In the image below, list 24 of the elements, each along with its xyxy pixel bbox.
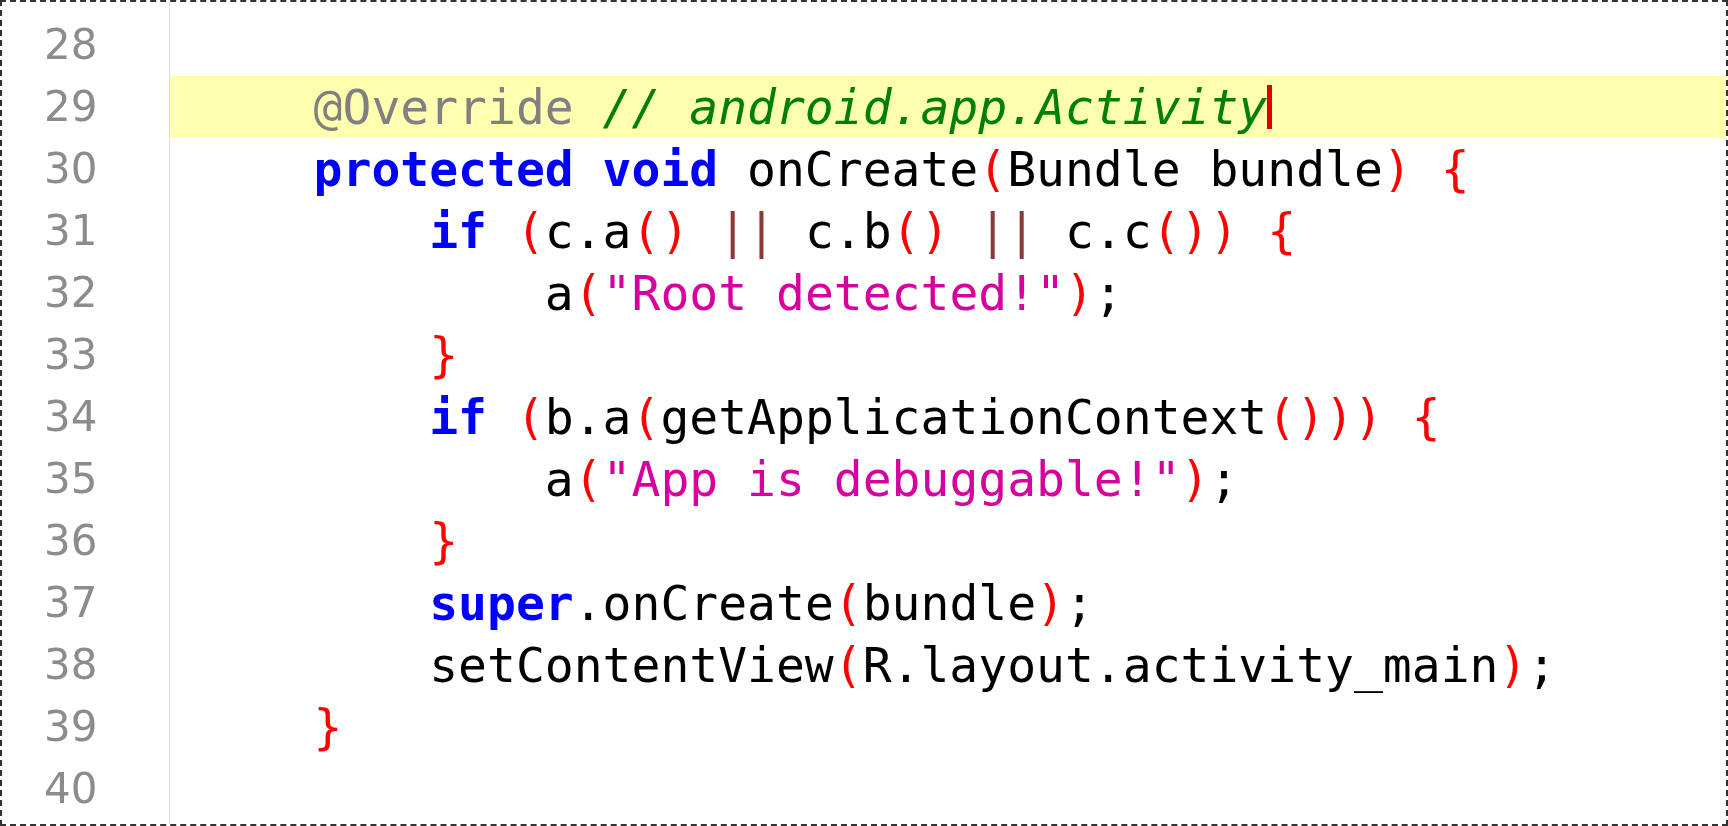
code-line: super.onCreate(bundle); — [429, 574, 1094, 633]
code-line: if (b.a(getApplicationContext())) { — [429, 388, 1441, 447]
line-number: 34 — [43, 391, 99, 443]
line-number: 28 — [43, 19, 99, 71]
line-number: 40 — [43, 763, 99, 815]
code-line: a("Root detected!"); — [544, 264, 1123, 323]
line-number: 33 — [43, 329, 99, 381]
line-number: 30 — [43, 143, 99, 195]
line-number: 29 — [43, 81, 99, 133]
line-number: 35 — [43, 453, 99, 505]
line-number: 39 — [43, 701, 99, 753]
code-line: if (c.a() || c.b() || c.c()) { — [429, 202, 1297, 261]
code-line: a("App is debuggable!"); — [544, 450, 1239, 509]
line-number: 32 — [43, 267, 99, 319]
code-line: setContentView(R.layout.activity_main); — [429, 636, 1557, 695]
code-line: @Override // android.app.Activity — [313, 78, 1268, 137]
code-line: } — [429, 512, 459, 571]
line-number: 38 — [43, 639, 99, 691]
line-number: 37 — [43, 577, 99, 629]
code-line: } — [313, 698, 343, 757]
line-number: 31 — [43, 205, 99, 257]
line-number: 36 — [43, 515, 99, 567]
code-line: protected void onCreate(Bundle bundle) { — [313, 140, 1470, 199]
code-line: } — [429, 326, 459, 385]
